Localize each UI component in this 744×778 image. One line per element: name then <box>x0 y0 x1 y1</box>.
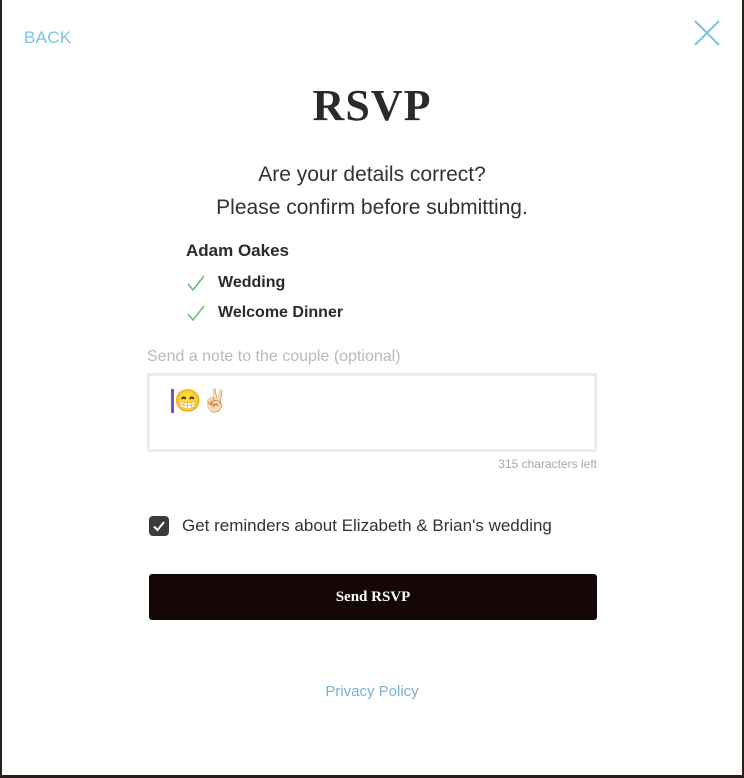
note-textarea[interactable]: 😁✌🏻 <box>147 373 597 452</box>
reminders-option[interactable]: Get reminders about Elizabeth & Brian's … <box>149 516 552 536</box>
send-rsvp-button[interactable]: Send RSVP <box>149 574 597 620</box>
event-label: Welcome Dinner <box>218 304 344 321</box>
close-icon[interactable] <box>692 18 722 48</box>
rsvp-modal: BACK RSVP Are your details correct? Plea… <box>2 0 742 775</box>
checkbox-check-icon <box>153 521 165 532</box>
privacy-policy-link[interactable]: Privacy Policy <box>2 683 742 700</box>
checkmark-icon <box>187 305 205 322</box>
guest-name: Adam Oakes <box>186 241 289 260</box>
back-button[interactable]: BACK <box>24 28 72 48</box>
event-label: Wedding <box>218 274 286 291</box>
confirm-instruction: Please confirm before submitting. <box>216 196 528 219</box>
event-item-wedding: Wedding <box>186 271 285 295</box>
checkmark-icon <box>187 275 205 292</box>
note-value: 😁✌🏻 <box>174 388 229 413</box>
event-item-welcome-dinner: Welcome Dinner <box>186 301 343 325</box>
characters-left-counter: 315 characters left <box>498 457 597 471</box>
confirm-question: Are your details correct? <box>258 163 486 186</box>
note-label: Send a note to the couple (optional) <box>147 348 401 365</box>
reminders-label: Get reminders about Elizabeth & Brian's … <box>182 516 552 535</box>
reminders-checkbox[interactable] <box>149 516 169 536</box>
page-title: RSVP <box>312 81 432 130</box>
